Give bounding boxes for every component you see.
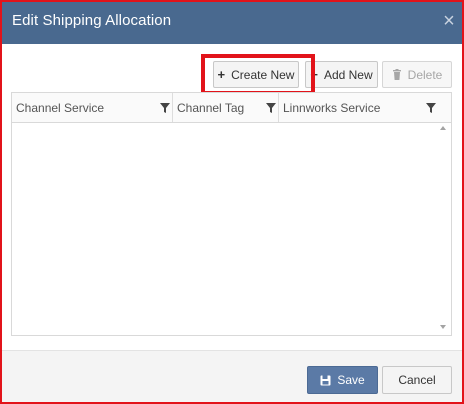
- close-icon[interactable]: ×: [441, 11, 457, 31]
- save-button[interactable]: Save: [307, 366, 378, 394]
- column-label: Channel Tag: [177, 100, 245, 115]
- column-label: Linnworks Service: [283, 100, 381, 115]
- column-header-channel-tag[interactable]: Channel Tag: [173, 93, 279, 122]
- save-label: Save: [337, 373, 365, 387]
- scroll-down-arrow-icon[interactable]: [440, 325, 446, 329]
- dialog-title: Edit Shipping Allocation: [12, 12, 172, 29]
- create-new-label: Create New: [231, 67, 295, 82]
- cancel-label: Cancel: [398, 373, 436, 387]
- grid-scrollbar[interactable]: [436, 123, 451, 335]
- create-new-button[interactable]: + Create New: [213, 61, 299, 88]
- shipping-allocation-grid: Channel Service Channel Tag Linnworks Se…: [11, 92, 452, 336]
- plus-icon: +: [310, 66, 318, 82]
- add-new-label: Add New: [323, 67, 373, 82]
- filter-icon[interactable]: [160, 102, 170, 114]
- cancel-button[interactable]: Cancel: [382, 366, 452, 394]
- trash-icon: [392, 69, 401, 80]
- dialog-titlebar: Edit Shipping Allocation ×: [2, 2, 462, 44]
- grid-header: Channel Service Channel Tag Linnworks Se…: [12, 93, 451, 123]
- scroll-up-arrow-icon[interactable]: [440, 126, 446, 130]
- filter-icon[interactable]: [426, 102, 436, 114]
- plus-icon: +: [217, 66, 226, 82]
- column-header-linnworks-service[interactable]: Linnworks Service: [279, 93, 451, 122]
- add-new-button[interactable]: + Add New: [305, 61, 378, 88]
- column-header-channel-service[interactable]: Channel Service: [12, 93, 173, 122]
- delete-label: Delete: [407, 67, 443, 82]
- delete-button[interactable]: Delete: [382, 61, 452, 88]
- filter-icon[interactable]: [266, 102, 276, 114]
- column-label: Channel Service: [16, 100, 105, 115]
- floppy-disk-icon: [320, 375, 331, 385]
